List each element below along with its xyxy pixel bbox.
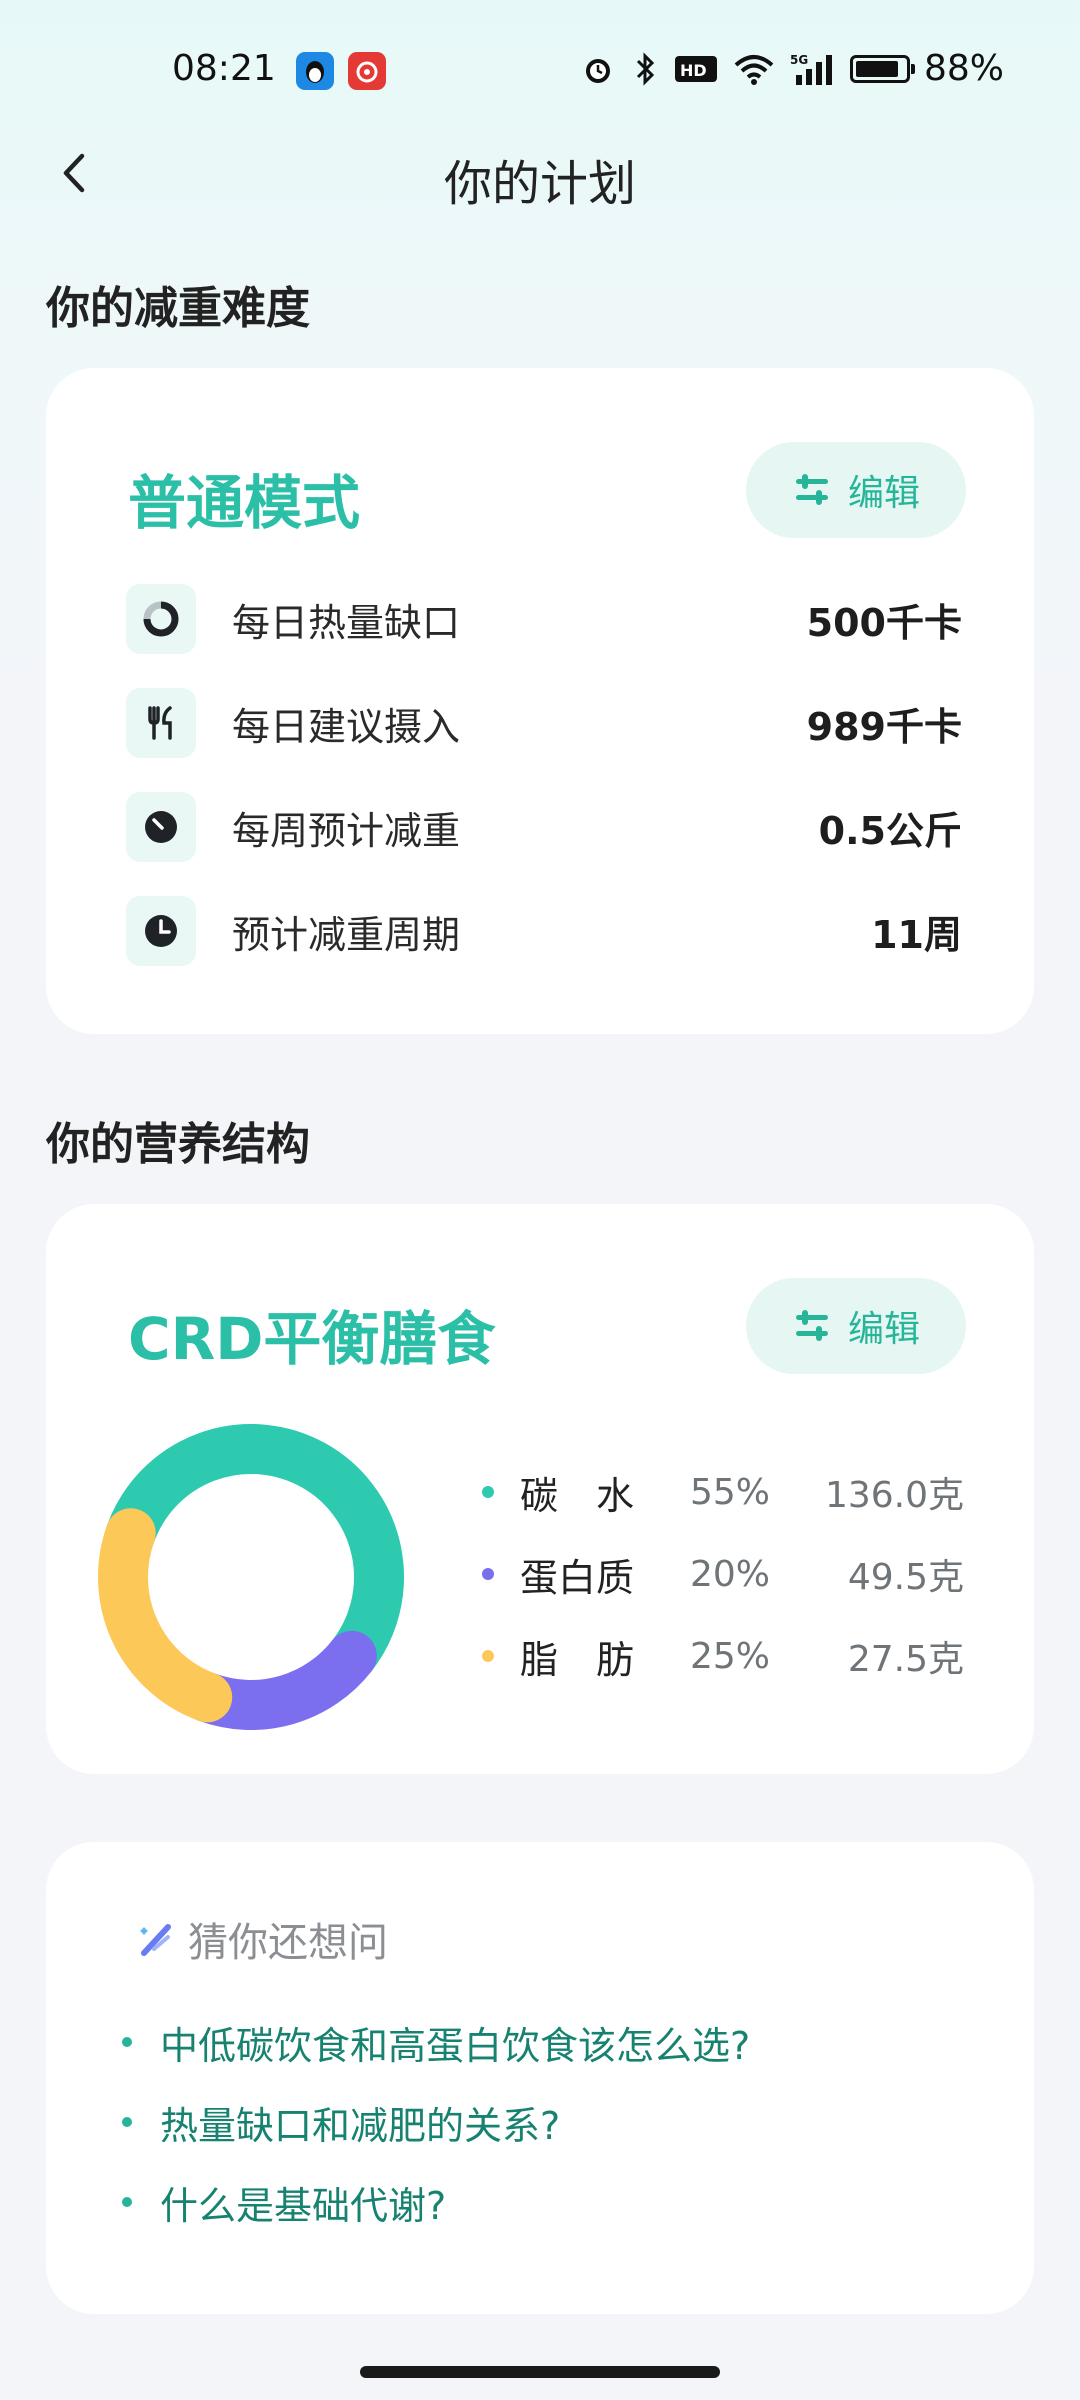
question-text: 什么是基础代谢? <box>160 2183 447 2228</box>
suggest-header: 猜你还想问 <box>134 1910 388 1968</box>
difficulty-section-title: 你的减重难度 <box>46 283 310 334</box>
metric-label: 预计减重周期 <box>232 912 461 957</box>
mode-title: 普通模式 <box>128 469 361 537</box>
edit-label: 编辑 <box>847 1309 920 1350</box>
suggest-title: 猜你还想问 <box>188 1920 388 1966</box>
status-indicators: HD 5G 88% <box>580 48 1004 89</box>
netease-music-icon <box>348 52 386 90</box>
bluetooth-icon <box>636 51 655 86</box>
page-title: 你的计划 <box>443 156 636 212</box>
edit-difficulty-button[interactable]: 编辑 <box>746 442 966 538</box>
sliders-icon <box>795 474 828 505</box>
signal-5g-icon: 5G <box>790 53 832 85</box>
metric-value: 989千卡 <box>806 704 962 749</box>
bullet-dot <box>122 2197 132 2207</box>
question-text: 热量缺口和减肥的关系? <box>160 2103 561 2148</box>
ring-icon <box>126 584 196 654</box>
nutrient-name: 碳 水 <box>520 1473 635 1518</box>
nutrient-amount: 49.5克 <box>847 1557 964 1598</box>
nutrition-section-title: 你的营养结构 <box>46 1119 310 1170</box>
sliders-icon <box>795 1310 828 1341</box>
nutrient-amount: 136.0克 <box>824 1475 964 1516</box>
nutrient-row-fat: 脂 肪 25% 27.5克 <box>466 1626 964 1686</box>
clock-icon <box>126 896 196 966</box>
donut-segment-0 <box>105 1424 404 1681</box>
nutrient-amount: 27.5克 <box>847 1639 964 1680</box>
battery-icon <box>849 54 915 83</box>
metric-label: 每日建议摄入 <box>232 704 461 749</box>
nutrient-percent: 55% <box>689 1471 770 1513</box>
donut-segment-2 <box>98 1508 233 1723</box>
edit-label: 编辑 <box>847 473 920 514</box>
top-bar: 你的计划 <box>0 130 1080 220</box>
status-time: 08:21 <box>172 48 276 89</box>
svg-text:5G: 5G <box>790 53 808 67</box>
bullet-dot <box>122 2117 132 2127</box>
nutrient-name: 蛋白质 <box>520 1555 635 1600</box>
edit-nutrition-button[interactable]: 编辑 <box>746 1278 966 1374</box>
metric-row-deficit: 每日热量缺口 500千卡 <box>126 584 962 654</box>
legend-dot-carbs <box>482 1486 494 1498</box>
gauge-icon <box>126 792 196 862</box>
magic-wand-icon <box>140 1924 171 1956</box>
question-text: 中低碳饮食和高蛋白饮食该怎么选? <box>160 2023 751 2068</box>
metric-row-period: 预计减重周期 11周 <box>126 896 962 966</box>
macro-donut-chart <box>98 1424 404 1730</box>
fork-knife-icon <box>126 688 196 758</box>
hd-icon: HD <box>674 55 717 82</box>
nutrient-name: 脂 肪 <box>520 1637 635 1682</box>
status-bar: 08:21 HD 5G 88% <box>0 0 1080 130</box>
suggested-question[interactable]: 热量缺口和减肥的关系? <box>122 2092 560 2152</box>
legend-dot-protein <box>482 1568 494 1580</box>
nutrient-percent: 25% <box>689 1635 770 1677</box>
metric-label: 每周预计减重 <box>232 808 461 853</box>
metric-label: 每日热量缺口 <box>232 600 461 645</box>
alarm-icon <box>585 58 610 83</box>
diet-title: CRD平衡膳食 <box>128 1305 496 1373</box>
nutrient-percent: 20% <box>689 1553 770 1595</box>
nutrient-row-protein: 蛋白质 20% 49.5克 <box>466 1544 964 1604</box>
metric-row-weekly-loss: 每周预计减重 0.5公斤 <box>126 792 962 862</box>
qq-app-icon <box>296 52 334 90</box>
nutrition-card: CRD平衡膳食 编辑 碳 水 55% 136.0克 蛋白质 20% 49.5克 … <box>46 1204 1034 1774</box>
metric-value: 500千卡 <box>806 600 962 645</box>
home-indicator[interactable] <box>360 2366 720 2378</box>
nutrient-row-carbs: 碳 水 55% 136.0克 <box>466 1462 964 1522</box>
battery-percent: 88% <box>923 48 1004 89</box>
metric-row-intake: 每日建议摄入 989千卡 <box>126 688 962 758</box>
metric-value: 11周 <box>871 912 962 957</box>
suggested-question[interactable]: 什么是基础代谢? <box>122 2172 446 2232</box>
suggest-card: 猜你还想问 中低碳饮食和高蛋白饮食该怎么选? 热量缺口和减肥的关系? 什么是基础… <box>46 1842 1034 2314</box>
suggested-question[interactable]: 中低碳饮食和高蛋白饮食该怎么选? <box>122 2012 750 2072</box>
svg-text:HD: HD <box>680 61 707 80</box>
legend-dot-fat <box>482 1650 494 1662</box>
bullet-dot <box>122 2037 132 2047</box>
wifi-icon <box>734 54 774 85</box>
metric-value: 0.5公斤 <box>818 808 962 853</box>
difficulty-card: 普通模式 编辑 每日热量缺口 500千卡 每日建议摄入 989千卡 每周预计减重… <box>46 368 1034 1034</box>
